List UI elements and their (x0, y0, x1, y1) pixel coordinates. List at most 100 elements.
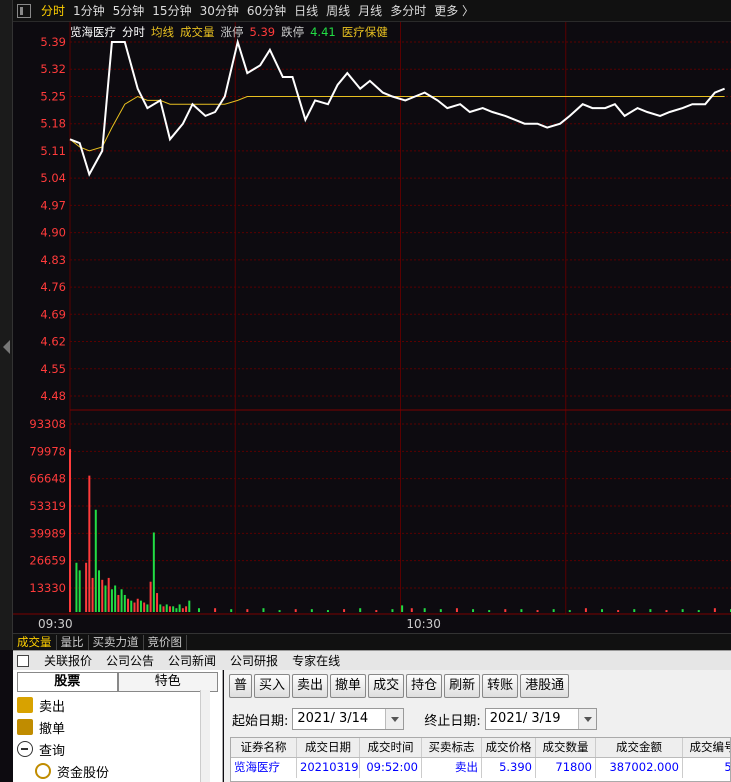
hk-connect-button[interactable]: 港股通 (520, 674, 570, 698)
panel-toggle-icon[interactable] (17, 3, 31, 18)
menu-scrollbar[interactable] (200, 690, 210, 782)
sell-icon (17, 697, 33, 713)
sell-button[interactable]: 卖出 (292, 674, 329, 698)
indicator-tabs: 成交量 量比 买卖力道 竞价图 (13, 633, 731, 650)
tab-volume-ratio[interactable]: 量比 (57, 634, 89, 650)
end-date-value: 2021/ 3/19 (489, 711, 561, 726)
volume-axis: 93308 79978 66648 53319 39989 26659 13330 (29, 417, 66, 595)
news-bar: 关联报价 公司公告 公司新闻 公司研报 专家在线 (13, 650, 731, 670)
news-toggle-icon[interactable] (17, 654, 29, 667)
buy-button[interactable]: 买入 (254, 674, 291, 698)
col-security-name[interactable]: 证券名称 (231, 738, 297, 757)
menu-label: 资金股份 (57, 765, 110, 781)
end-date-label: 终止日期: (424, 713, 481, 729)
volume-tick-label: 53319 (29, 499, 66, 513)
volume-tick-label: 13330 (29, 581, 66, 595)
price-tick-label: 4.76 (40, 280, 66, 294)
period-tab-daily[interactable]: 日线 (290, 2, 322, 19)
menu-item-query[interactable]: 查询 (17, 738, 222, 760)
news-tab-experts[interactable]: 专家在线 (285, 652, 347, 669)
period-tab-60min[interactable]: 60分钟 (243, 2, 290, 19)
normal-button[interactable]: 普 (229, 674, 253, 698)
fund-icon (35, 763, 51, 779)
period-tab-15min[interactable]: 15分钟 (148, 2, 195, 19)
period-tab-1min[interactable]: 1分钟 (69, 2, 109, 19)
time-tick-label: 09:30 (38, 617, 73, 631)
period-tab-more[interactable]: 更多 〉 (430, 2, 478, 19)
end-date-picker[interactable]: 2021/ 3/19 (484, 708, 597, 730)
dropdown-arrow-icon[interactable] (385, 709, 404, 729)
menu-item-fund-shares[interactable]: 资金股份 (17, 760, 222, 782)
query-icon (17, 741, 33, 757)
transfer-button[interactable]: 转账 (482, 674, 519, 698)
start-date-value: 2021/ 3/14 (297, 711, 369, 726)
menu-label: 卖出 (39, 699, 66, 715)
limit-up-value: 5.39 (249, 25, 276, 39)
cell-price: 5.390 (482, 758, 536, 778)
price-tick-label: 4.90 (40, 226, 66, 240)
volume-tick-label: 66648 (29, 472, 66, 486)
tab-auction-chart[interactable]: 竞价图 (144, 634, 187, 650)
avg-line-label: 均线 (151, 25, 174, 39)
period-tab-30min[interactable]: 30分钟 (196, 2, 243, 19)
dropdown-arrow-icon[interactable] (577, 709, 596, 729)
limit-up-label: 涨停 (220, 25, 244, 39)
limit-down-label: 跌停 (281, 25, 305, 39)
price-tick-label: 4.97 (40, 198, 66, 212)
period-tab-intraday[interactable]: 分时 (37, 2, 69, 19)
cancel-order-button[interactable]: 撤单 (330, 674, 367, 698)
period-tab-multi-intraday[interactable]: 多分时 (386, 2, 430, 19)
price-tick-label: 4.55 (40, 362, 66, 376)
period-tab-5min[interactable]: 5分钟 (109, 2, 149, 19)
tab-volume[interactable]: 成交量 (13, 634, 57, 650)
trading-window: 分时 1分钟 5分钟 15分钟 30分钟 60分钟 日线 周线 月线 多分时 更… (0, 0, 731, 782)
news-tab-related-quotes[interactable]: 关联报价 (37, 652, 99, 669)
time-axis: 09:30 10:30 (38, 617, 441, 631)
col-trade-date[interactable]: 成交日期 (297, 738, 360, 757)
date-filter: 起始日期: 2021/ 3/14 终止日期: 2021/ 3/19 (232, 708, 603, 730)
news-tab-announcements[interactable]: 公司公告 (99, 652, 161, 669)
news-tab-research[interactable]: 公司研报 (223, 652, 285, 669)
price-tick-label: 4.62 (40, 335, 66, 349)
volume-tick-label: 26659 (29, 554, 66, 568)
start-date-label: 起始日期: (232, 713, 289, 729)
volume-tick-label: 93308 (29, 417, 66, 431)
col-quantity[interactable]: 成交数量 (536, 738, 596, 757)
col-side[interactable]: 买卖标志 (422, 738, 482, 757)
col-amount[interactable]: 成交金额 (596, 738, 683, 757)
news-tab-company-news[interactable]: 公司新闻 (161, 652, 223, 669)
cell-trade-id: 51 (683, 758, 730, 778)
menu-item-sell[interactable]: 卖出 (17, 694, 222, 716)
refresh-button[interactable]: 刷新 (444, 674, 481, 698)
col-price[interactable]: 成交价格 (482, 738, 536, 757)
price-tick-label: 5.18 (40, 117, 66, 131)
tab-stocks[interactable]: 股票 (17, 672, 118, 692)
chart-mode: 分时 (122, 25, 145, 39)
toolbar: 普 买入 卖出 撤单 成交 持仓 刷新 转账 港股通 (229, 674, 571, 698)
tab-special[interactable]: 特色 (117, 672, 218, 692)
volume-label: 成交量 (180, 25, 215, 39)
filled-button[interactable]: 成交 (368, 674, 405, 698)
start-date-picker[interactable]: 2021/ 3/14 (292, 708, 405, 730)
positions-button[interactable]: 持仓 (406, 674, 443, 698)
menu-item-cancel[interactable]: 撤单 (17, 716, 222, 738)
table-row[interactable]: 览海医疗 20210319 09:52:00 卖出 5.390 71800 38… (231, 758, 730, 778)
price-tick-label: 4.69 (40, 307, 66, 321)
cell-trade-date: 20210319 (297, 758, 360, 778)
period-tab-monthly[interactable]: 月线 (354, 2, 386, 19)
price-tick-label: 5.11 (40, 144, 66, 158)
table-header-row: 证券名称 成交日期 成交时间 买卖标志 成交价格 成交数量 成交金额 成交编号 (231, 738, 730, 758)
col-trade-id[interactable]: 成交编号 (683, 738, 731, 757)
price-tick-label: 5.39 (40, 35, 66, 49)
price-tick-label: 5.25 (40, 89, 66, 103)
period-tab-weekly[interactable]: 周线 (322, 2, 354, 19)
menu-label: 查询 (39, 743, 66, 759)
trade-menu-panel: 股票 特色 卖出 撤单 查询 资金股份 (13, 670, 223, 782)
col-trade-time[interactable]: 成交时间 (360, 738, 422, 757)
price-tick-label: 4.83 (40, 253, 66, 267)
price-tick-label: 5.32 (40, 62, 66, 76)
cell-security-name: 览海医疗 (231, 758, 297, 778)
intraday-chart[interactable]: 5.39 5.32 5.25 5.18 5.11 5.04 4.97 4.90 4.83 4.76… (0, 22, 731, 634)
tab-buy-sell-force[interactable]: 买卖力道 (89, 634, 144, 650)
volume-tick-label: 79978 (29, 444, 66, 458)
